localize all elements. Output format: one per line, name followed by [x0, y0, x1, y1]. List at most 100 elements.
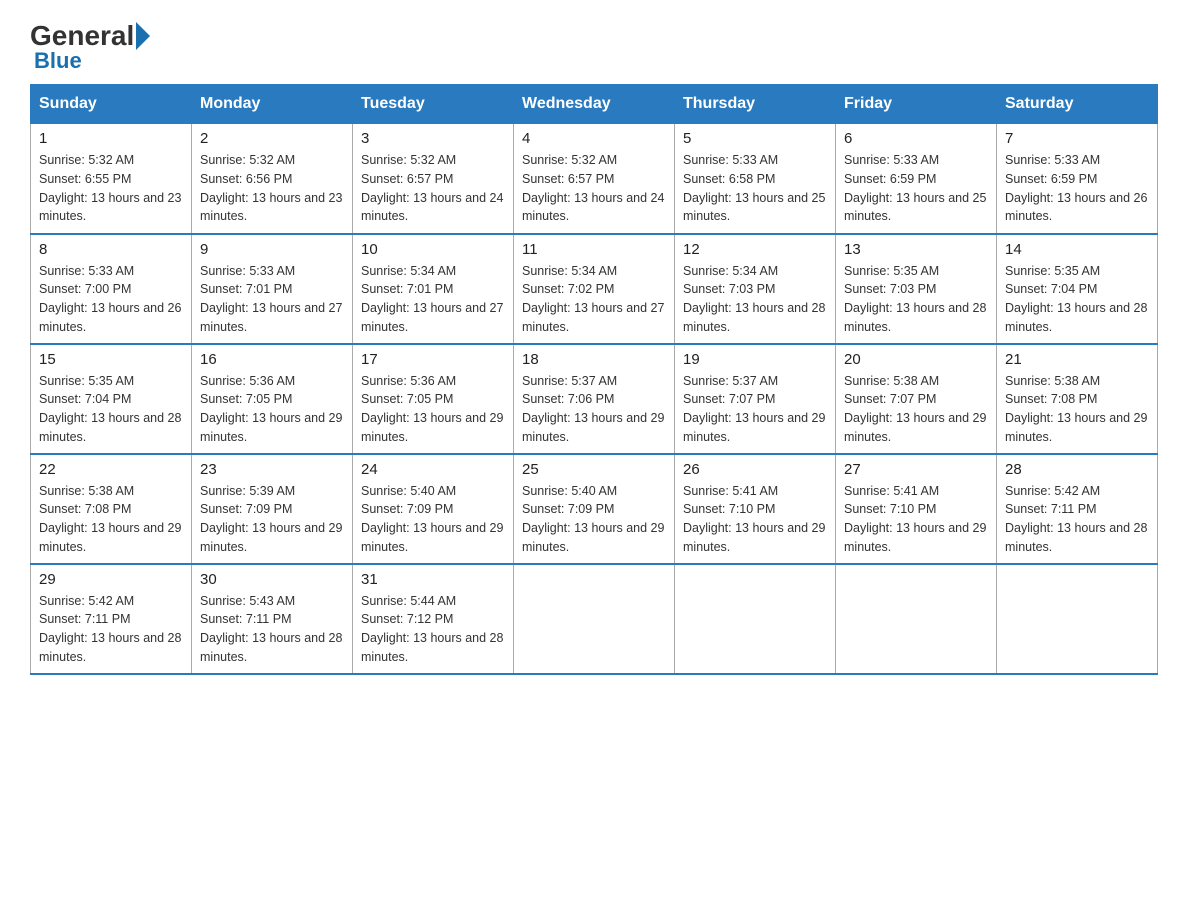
logo: General Blue: [30, 20, 150, 74]
calendar-header-saturday: Saturday: [997, 85, 1158, 124]
calendar-cell: [997, 564, 1158, 674]
day-info: Sunrise: 5:32 AMSunset: 6:57 PMDaylight:…: [361, 153, 503, 223]
day-info: Sunrise: 5:41 AMSunset: 7:10 PMDaylight:…: [683, 484, 825, 554]
day-number: 13: [844, 241, 988, 258]
calendar-cell: [514, 564, 675, 674]
day-info: Sunrise: 5:33 AMSunset: 7:00 PMDaylight:…: [39, 264, 181, 334]
day-number: 14: [1005, 241, 1149, 258]
day-number: 2: [200, 130, 344, 147]
day-number: 26: [683, 461, 827, 478]
calendar-cell: 14 Sunrise: 5:35 AMSunset: 7:04 PMDaylig…: [997, 234, 1158, 344]
calendar-cell: 20 Sunrise: 5:38 AMSunset: 7:07 PMDaylig…: [836, 344, 997, 454]
calendar-cell: 31 Sunrise: 5:44 AMSunset: 7:12 PMDaylig…: [353, 564, 514, 674]
day-info: Sunrise: 5:42 AMSunset: 7:11 PMDaylight:…: [39, 594, 181, 664]
day-number: 15: [39, 351, 183, 368]
day-info: Sunrise: 5:42 AMSunset: 7:11 PMDaylight:…: [1005, 484, 1147, 554]
calendar-table: SundayMondayTuesdayWednesdayThursdayFrid…: [30, 84, 1158, 675]
day-number: 12: [683, 241, 827, 258]
day-info: Sunrise: 5:33 AMSunset: 6:58 PMDaylight:…: [683, 153, 825, 223]
day-number: 8: [39, 241, 183, 258]
calendar-cell: 18 Sunrise: 5:37 AMSunset: 7:06 PMDaylig…: [514, 344, 675, 454]
day-number: 3: [361, 130, 505, 147]
day-info: Sunrise: 5:33 AMSunset: 7:01 PMDaylight:…: [200, 264, 342, 334]
day-number: 5: [683, 130, 827, 147]
day-number: 6: [844, 130, 988, 147]
calendar-cell: 26 Sunrise: 5:41 AMSunset: 7:10 PMDaylig…: [675, 454, 836, 564]
calendar-cell: 1 Sunrise: 5:32 AMSunset: 6:55 PMDayligh…: [31, 124, 192, 234]
calendar-cell: 16 Sunrise: 5:36 AMSunset: 7:05 PMDaylig…: [192, 344, 353, 454]
calendar-header-wednesday: Wednesday: [514, 85, 675, 124]
day-info: Sunrise: 5:32 AMSunset: 6:57 PMDaylight:…: [522, 153, 664, 223]
calendar-cell: 8 Sunrise: 5:33 AMSunset: 7:00 PMDayligh…: [31, 234, 192, 344]
calendar-cell: 22 Sunrise: 5:38 AMSunset: 7:08 PMDaylig…: [31, 454, 192, 564]
calendar-cell: 10 Sunrise: 5:34 AMSunset: 7:01 PMDaylig…: [353, 234, 514, 344]
calendar-week-row: 1 Sunrise: 5:32 AMSunset: 6:55 PMDayligh…: [31, 124, 1158, 234]
day-info: Sunrise: 5:40 AMSunset: 7:09 PMDaylight:…: [522, 484, 664, 554]
calendar-cell: 9 Sunrise: 5:33 AMSunset: 7:01 PMDayligh…: [192, 234, 353, 344]
day-number: 24: [361, 461, 505, 478]
calendar-header-friday: Friday: [836, 85, 997, 124]
day-number: 4: [522, 130, 666, 147]
calendar-cell: [836, 564, 997, 674]
calendar-header-sunday: Sunday: [31, 85, 192, 124]
calendar-cell: 28 Sunrise: 5:42 AMSunset: 7:11 PMDaylig…: [997, 454, 1158, 564]
day-info: Sunrise: 5:44 AMSunset: 7:12 PMDaylight:…: [361, 594, 503, 664]
logo-triangle-icon: [136, 22, 150, 50]
day-number: 20: [844, 351, 988, 368]
calendar-cell: 24 Sunrise: 5:40 AMSunset: 7:09 PMDaylig…: [353, 454, 514, 564]
calendar-cell: 30 Sunrise: 5:43 AMSunset: 7:11 PMDaylig…: [192, 564, 353, 674]
day-info: Sunrise: 5:37 AMSunset: 7:07 PMDaylight:…: [683, 374, 825, 444]
day-info: Sunrise: 5:35 AMSunset: 7:03 PMDaylight:…: [844, 264, 986, 334]
logo-blue: Blue: [34, 48, 82, 74]
day-info: Sunrise: 5:33 AMSunset: 6:59 PMDaylight:…: [844, 153, 986, 223]
day-info: Sunrise: 5:32 AMSunset: 6:56 PMDaylight:…: [200, 153, 342, 223]
day-number: 9: [200, 241, 344, 258]
day-info: Sunrise: 5:35 AMSunset: 7:04 PMDaylight:…: [1005, 264, 1147, 334]
day-number: 18: [522, 351, 666, 368]
day-info: Sunrise: 5:33 AMSunset: 6:59 PMDaylight:…: [1005, 153, 1147, 223]
calendar-cell: 25 Sunrise: 5:40 AMSunset: 7:09 PMDaylig…: [514, 454, 675, 564]
day-number: 11: [522, 241, 666, 258]
calendar-week-row: 8 Sunrise: 5:33 AMSunset: 7:00 PMDayligh…: [31, 234, 1158, 344]
calendar-cell: 21 Sunrise: 5:38 AMSunset: 7:08 PMDaylig…: [997, 344, 1158, 454]
day-info: Sunrise: 5:38 AMSunset: 7:07 PMDaylight:…: [844, 374, 986, 444]
day-info: Sunrise: 5:40 AMSunset: 7:09 PMDaylight:…: [361, 484, 503, 554]
day-number: 21: [1005, 351, 1149, 368]
day-info: Sunrise: 5:35 AMSunset: 7:04 PMDaylight:…: [39, 374, 181, 444]
calendar-cell: 4 Sunrise: 5:32 AMSunset: 6:57 PMDayligh…: [514, 124, 675, 234]
calendar-header-monday: Monday: [192, 85, 353, 124]
calendar-header-tuesday: Tuesday: [353, 85, 514, 124]
calendar-week-row: 29 Sunrise: 5:42 AMSunset: 7:11 PMDaylig…: [31, 564, 1158, 674]
day-info: Sunrise: 5:34 AMSunset: 7:03 PMDaylight:…: [683, 264, 825, 334]
page-header: General Blue: [30, 20, 1158, 74]
day-number: 1: [39, 130, 183, 147]
day-number: 28: [1005, 461, 1149, 478]
calendar-cell: 3 Sunrise: 5:32 AMSunset: 6:57 PMDayligh…: [353, 124, 514, 234]
calendar-cell: 2 Sunrise: 5:32 AMSunset: 6:56 PMDayligh…: [192, 124, 353, 234]
calendar-cell: [675, 564, 836, 674]
day-info: Sunrise: 5:37 AMSunset: 7:06 PMDaylight:…: [522, 374, 664, 444]
calendar-header-thursday: Thursday: [675, 85, 836, 124]
day-info: Sunrise: 5:34 AMSunset: 7:02 PMDaylight:…: [522, 264, 664, 334]
calendar-cell: 6 Sunrise: 5:33 AMSunset: 6:59 PMDayligh…: [836, 124, 997, 234]
calendar-cell: 7 Sunrise: 5:33 AMSunset: 6:59 PMDayligh…: [997, 124, 1158, 234]
day-info: Sunrise: 5:36 AMSunset: 7:05 PMDaylight:…: [200, 374, 342, 444]
day-number: 27: [844, 461, 988, 478]
day-info: Sunrise: 5:36 AMSunset: 7:05 PMDaylight:…: [361, 374, 503, 444]
day-number: 7: [1005, 130, 1149, 147]
day-info: Sunrise: 5:34 AMSunset: 7:01 PMDaylight:…: [361, 264, 503, 334]
calendar-cell: 19 Sunrise: 5:37 AMSunset: 7:07 PMDaylig…: [675, 344, 836, 454]
day-info: Sunrise: 5:39 AMSunset: 7:09 PMDaylight:…: [200, 484, 342, 554]
day-info: Sunrise: 5:43 AMSunset: 7:11 PMDaylight:…: [200, 594, 342, 664]
day-info: Sunrise: 5:38 AMSunset: 7:08 PMDaylight:…: [39, 484, 181, 554]
calendar-cell: 5 Sunrise: 5:33 AMSunset: 6:58 PMDayligh…: [675, 124, 836, 234]
day-number: 25: [522, 461, 666, 478]
calendar-cell: 11 Sunrise: 5:34 AMSunset: 7:02 PMDaylig…: [514, 234, 675, 344]
day-number: 30: [200, 571, 344, 588]
calendar-cell: 12 Sunrise: 5:34 AMSunset: 7:03 PMDaylig…: [675, 234, 836, 344]
calendar-cell: 15 Sunrise: 5:35 AMSunset: 7:04 PMDaylig…: [31, 344, 192, 454]
calendar-week-row: 15 Sunrise: 5:35 AMSunset: 7:04 PMDaylig…: [31, 344, 1158, 454]
day-number: 19: [683, 351, 827, 368]
day-number: 16: [200, 351, 344, 368]
day-info: Sunrise: 5:41 AMSunset: 7:10 PMDaylight:…: [844, 484, 986, 554]
